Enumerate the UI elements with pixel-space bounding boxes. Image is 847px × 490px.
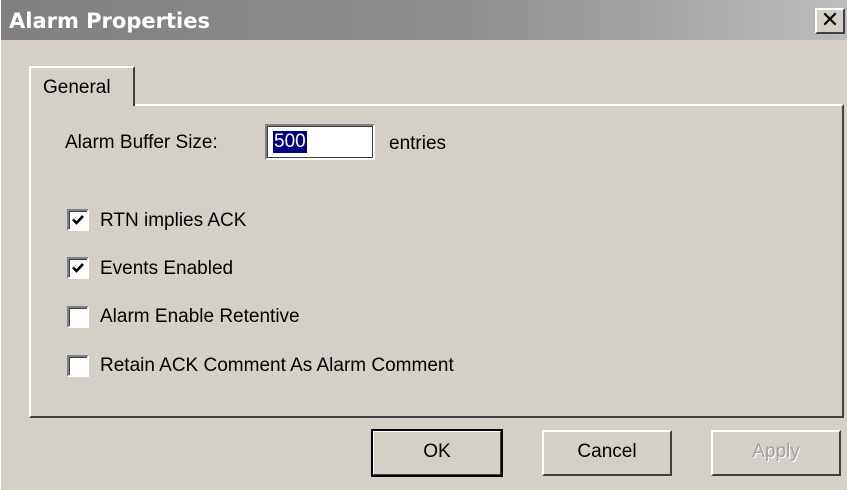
- events-enabled-checkbox[interactable]: [67, 257, 89, 279]
- retain-ack-comment-checkbox[interactable]: [67, 355, 89, 377]
- ok-button[interactable]: OK: [371, 429, 503, 477]
- window-title: Alarm Properties: [9, 9, 210, 33]
- checkmark-icon: [72, 215, 84, 225]
- alarm-enable-retentive-label[interactable]: Alarm Enable Retentive: [100, 306, 300, 328]
- alarm-buffer-size-label: Alarm Buffer Size:: [65, 132, 218, 153]
- alarm-buffer-size-input[interactable]: 500: [265, 124, 375, 160]
- buffer-unit-label: entries: [389, 133, 447, 154]
- close-icon: ✕: [820, 8, 840, 33]
- alarm-enable-retentive-checkbox[interactable]: [67, 306, 89, 328]
- close-button[interactable]: ✕: [815, 8, 845, 34]
- cancel-button[interactable]: Cancel: [542, 430, 672, 476]
- retain-ack-comment-label[interactable]: Retain ACK Comment As Alarm Comment: [100, 355, 454, 377]
- rtn-implies-ack-checkbox[interactable]: [67, 209, 89, 231]
- checkmark-icon: [72, 263, 84, 273]
- tab-general-label: General: [43, 77, 111, 98]
- apply-button[interactable]: Apply: [711, 430, 841, 476]
- rtn-implies-ack-label[interactable]: RTN implies ACK: [100, 210, 246, 232]
- title-bar[interactable]: Alarm Properties ✕: [1, 0, 847, 40]
- alarm-properties-dialog: Alarm Properties ✕ General Alarm Buffer …: [0, 0, 847, 490]
- tab-general[interactable]: General: [29, 66, 135, 106]
- alarm-buffer-size-value: 500: [273, 131, 307, 153]
- events-enabled-label[interactable]: Events Enabled: [100, 258, 233, 280]
